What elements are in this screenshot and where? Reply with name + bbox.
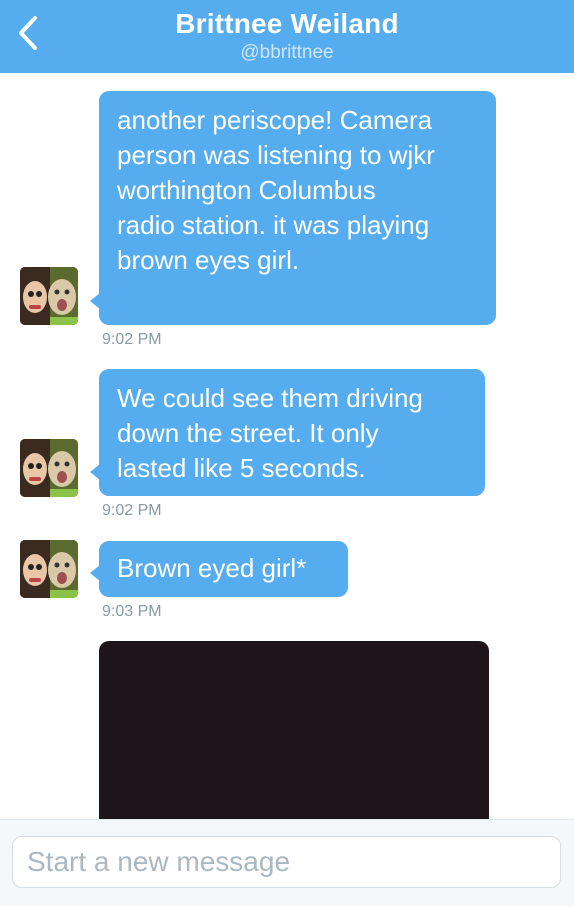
message-input[interactable] xyxy=(12,836,561,888)
message-timestamp: 9:03 PM xyxy=(102,603,162,620)
message-line: down the street. It only xyxy=(117,418,379,448)
avatar[interactable] xyxy=(20,439,78,497)
message-composer xyxy=(0,819,574,906)
avatar-photo xyxy=(20,267,78,325)
avatar[interactable] xyxy=(20,267,78,325)
message-line: We could see them driving xyxy=(117,383,423,413)
message-line: brown eyes girl. xyxy=(117,245,300,275)
avatar-photo xyxy=(20,439,78,497)
message-bubble[interactable]: Brown eyed girl* xyxy=(90,541,348,597)
avatar-photo xyxy=(20,540,78,598)
contact-name: Brittnee Weiland xyxy=(175,8,399,39)
message-timestamp: 9:02 PM xyxy=(102,502,162,519)
message-line: Brown eyed girl* xyxy=(117,553,307,583)
message-line: radio station. it was playing xyxy=(117,210,430,240)
message-timestamp: 9:02 PM xyxy=(102,331,162,348)
message-line: person was listening to wjkr xyxy=(117,140,435,170)
message-bubble[interactable]: another periscope! Camera person was lis… xyxy=(90,91,496,325)
message-bubble[interactable]: We could see them driving down the stree… xyxy=(90,369,485,496)
message-line: worthington Columbus xyxy=(117,175,376,205)
avatar[interactable] xyxy=(20,540,78,598)
contact-handle: @bbrittnee xyxy=(240,42,334,63)
message-line: another periscope! Camera xyxy=(117,105,433,135)
message-line: lasted like 5 seconds. xyxy=(117,453,366,483)
conversation-header: Brittnee Weiland @bbrittnee xyxy=(0,0,574,73)
dm-conversation-screen: Brittnee Weiland @bbrittnee another peri… xyxy=(0,0,574,906)
message-image-attachment[interactable] xyxy=(99,641,489,841)
